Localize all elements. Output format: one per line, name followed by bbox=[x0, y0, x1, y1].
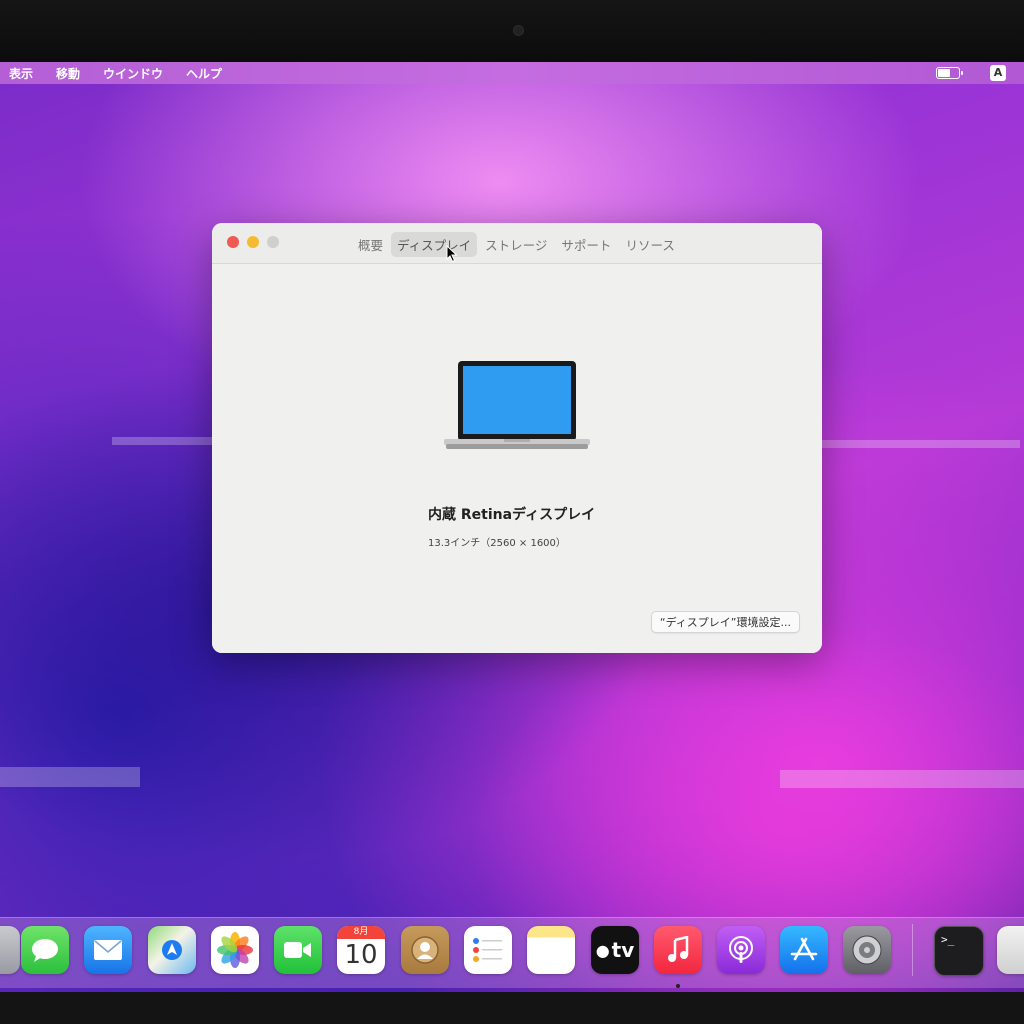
tab-bar: 概要 ディスプレイ ストレージ サポート リソース bbox=[352, 232, 681, 257]
bezel-top bbox=[0, 0, 1024, 62]
apple-tv-icon[interactable]: ● tv bbox=[591, 926, 639, 974]
maps-icon[interactable] bbox=[148, 926, 196, 974]
minimize-button[interactable] bbox=[247, 236, 259, 248]
calendar-month: 8月 bbox=[337, 926, 385, 939]
close-button[interactable] bbox=[227, 236, 239, 248]
finder-icon[interactable] bbox=[0, 926, 20, 974]
tab-displays[interactable]: ディスプレイ bbox=[391, 232, 478, 257]
menu-help[interactable]: ヘルプ bbox=[186, 65, 222, 82]
about-this-mac-window: 概要 ディスプレイ ストレージ サポート リソース 内蔵 Retinaディスプレ… bbox=[212, 223, 822, 653]
calendar-icon[interactable]: 8月 10 bbox=[337, 926, 385, 974]
display-name: 内蔵 Retinaディスプレイ bbox=[428, 507, 596, 523]
input-source-icon[interactable]: A bbox=[990, 65, 1006, 81]
window-titlebar[interactable]: 概要 ディスプレイ ストレージ サポート リソース bbox=[212, 223, 822, 264]
display-pane: 内蔵 Retinaディスプレイ 13.3インチ（2560 × 1600） “ディ… bbox=[212, 264, 822, 653]
contacts-icon[interactable] bbox=[401, 926, 449, 974]
mail-icon[interactable] bbox=[84, 926, 132, 974]
tab-storage[interactable]: ストレージ bbox=[479, 232, 553, 257]
desktop: 表示 移動 ウインドウ ヘルプ A 概要 ディスプレイ ストレージ サポート リ… bbox=[0, 62, 1024, 992]
display-preferences-button[interactable]: “ディスプレイ”環境設定... bbox=[650, 611, 800, 633]
app-store-icon[interactable] bbox=[780, 926, 828, 974]
tv-label: tv bbox=[611, 938, 635, 962]
mouse-cursor-icon bbox=[446, 245, 458, 263]
dock-separator bbox=[912, 924, 913, 976]
facetime-icon[interactable] bbox=[274, 926, 322, 974]
macbook-icon bbox=[444, 361, 590, 449]
menu-window[interactable]: ウインドウ bbox=[103, 65, 163, 82]
terminal-icon[interactable]: >_ bbox=[934, 926, 984, 976]
system-information-icon[interactable] bbox=[997, 926, 1024, 974]
battery-icon[interactable] bbox=[936, 67, 963, 79]
podcasts-icon[interactable] bbox=[717, 926, 765, 974]
running-indicator bbox=[676, 984, 680, 988]
display-spec: 13.3インチ（2560 × 1600） bbox=[428, 538, 566, 549]
notes-icon[interactable] bbox=[527, 926, 575, 974]
calendar-day: 10 bbox=[344, 940, 378, 970]
tab-resources[interactable]: リソース bbox=[619, 232, 680, 257]
menu-go[interactable]: 移動 bbox=[56, 65, 80, 82]
menu-extras: A bbox=[936, 65, 1006, 81]
menu-view[interactable]: 表示 bbox=[9, 65, 33, 82]
bezel-bottom bbox=[0, 992, 1024, 1024]
tab-overview[interactable]: 概要 bbox=[352, 232, 389, 257]
camera-icon bbox=[513, 25, 524, 36]
photos-icon[interactable] bbox=[211, 926, 259, 974]
menu-bar: 表示 移動 ウインドウ ヘルプ A bbox=[0, 62, 1024, 84]
tab-support[interactable]: サポート bbox=[555, 232, 617, 257]
music-icon[interactable] bbox=[654, 926, 702, 974]
system-preferences-icon[interactable] bbox=[843, 926, 891, 974]
battery-level bbox=[938, 69, 950, 77]
messages-icon[interactable] bbox=[21, 926, 69, 974]
zoom-button[interactable] bbox=[267, 236, 279, 248]
reminders-icon[interactable] bbox=[464, 926, 512, 974]
